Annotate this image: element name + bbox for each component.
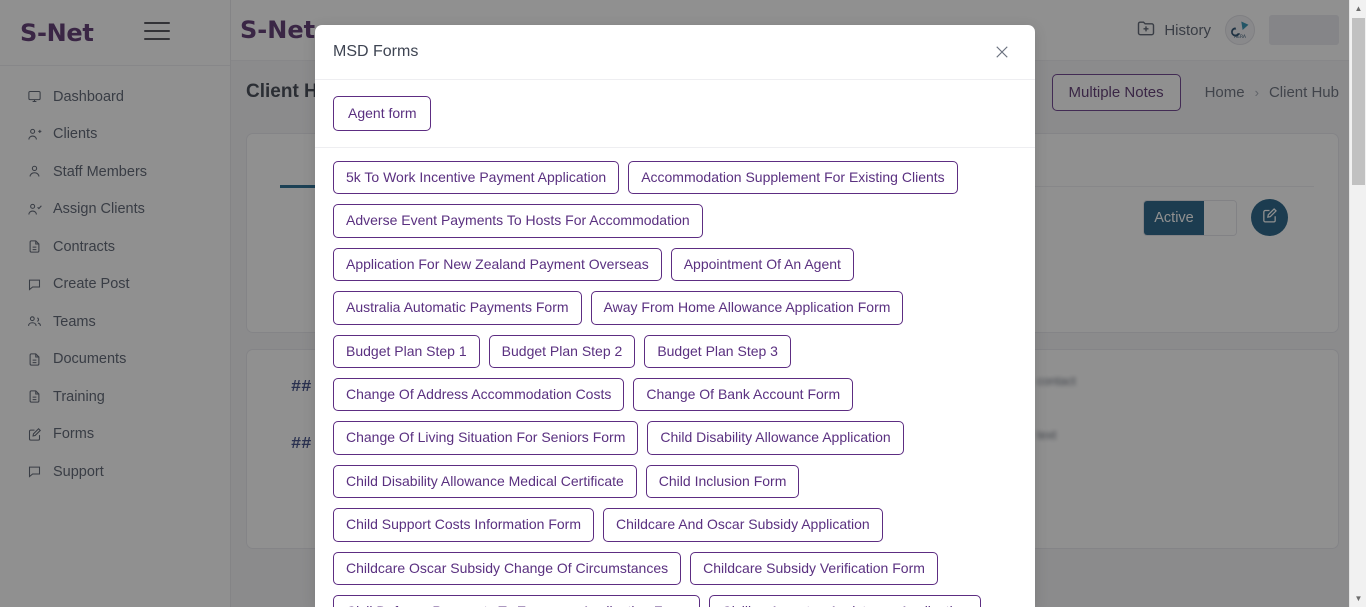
form-chip[interactable]: Change Of Address Accommodation Costs — [333, 378, 624, 411]
form-chip[interactable]: Adverse Event Payments To Hosts For Acco… — [333, 204, 703, 237]
modal-header: MSD Forms — [315, 25, 1035, 80]
forms-chip-list: 5k To Work Incentive Payment Application… — [315, 148, 1035, 607]
form-chip[interactable]: Budget Plan Step 1 — [333, 335, 480, 368]
scrollbar-thumb[interactable] — [1352, 18, 1365, 185]
agent-form-button[interactable]: Agent form — [333, 96, 431, 131]
form-chip[interactable]: Childcare And Oscar Subsidy Application — [603, 508, 883, 541]
form-chip[interactable]: Change Of Living Situation For Seniors F… — [333, 421, 638, 454]
form-chip[interactable]: Away From Home Allowance Application For… — [591, 291, 904, 324]
scroll-up-icon[interactable]: ▲ — [1350, 0, 1366, 17]
scroll-down-icon[interactable]: ▼ — [1350, 590, 1366, 607]
close-icon[interactable] — [989, 39, 1015, 65]
agent-form-section: Agent form — [315, 80, 1035, 148]
form-chip[interactable]: Child Disability Allowance Medical Certi… — [333, 465, 637, 498]
form-chip[interactable]: Child Disability Allowance Application — [647, 421, 903, 454]
form-chip[interactable]: Childcare Subsidy Verification Form — [690, 552, 938, 585]
form-chip[interactable]: Budget Plan Step 3 — [644, 335, 791, 368]
form-chip[interactable]: Budget Plan Step 2 — [489, 335, 636, 368]
form-chip[interactable]: Appointment Of An Agent — [671, 248, 854, 281]
page-scrollbar[interactable]: ▲ ▼ — [1349, 0, 1366, 607]
form-chip[interactable]: 5k To Work Incentive Payment Application — [333, 161, 619, 194]
form-chip[interactable]: Australia Automatic Payments Form — [333, 291, 582, 324]
msd-forms-modal: MSD Forms Agent form 5k To Work Incentiv… — [315, 25, 1035, 607]
form-chip[interactable]: Childcare Oscar Subsidy Change Of Circum… — [333, 552, 681, 585]
form-chip[interactable]: Civilian Amputee Assistance Application — [709, 595, 982, 607]
form-chip[interactable]: Change Of Bank Account Form — [633, 378, 853, 411]
app-root: S-Net Dashboard Clients — [0, 0, 1366, 607]
modal-title: MSD Forms — [333, 43, 418, 61]
form-chip[interactable]: Child Inclusion Form — [646, 465, 800, 498]
form-chip[interactable]: Application For New Zealand Payment Over… — [333, 248, 662, 281]
form-chip[interactable]: Accommodation Supplement For Existing Cl… — [628, 161, 957, 194]
form-chip[interactable]: Civil Defence Payments To Evacuees Appli… — [333, 595, 700, 607]
form-chip[interactable]: Child Support Costs Information Form — [333, 508, 594, 541]
